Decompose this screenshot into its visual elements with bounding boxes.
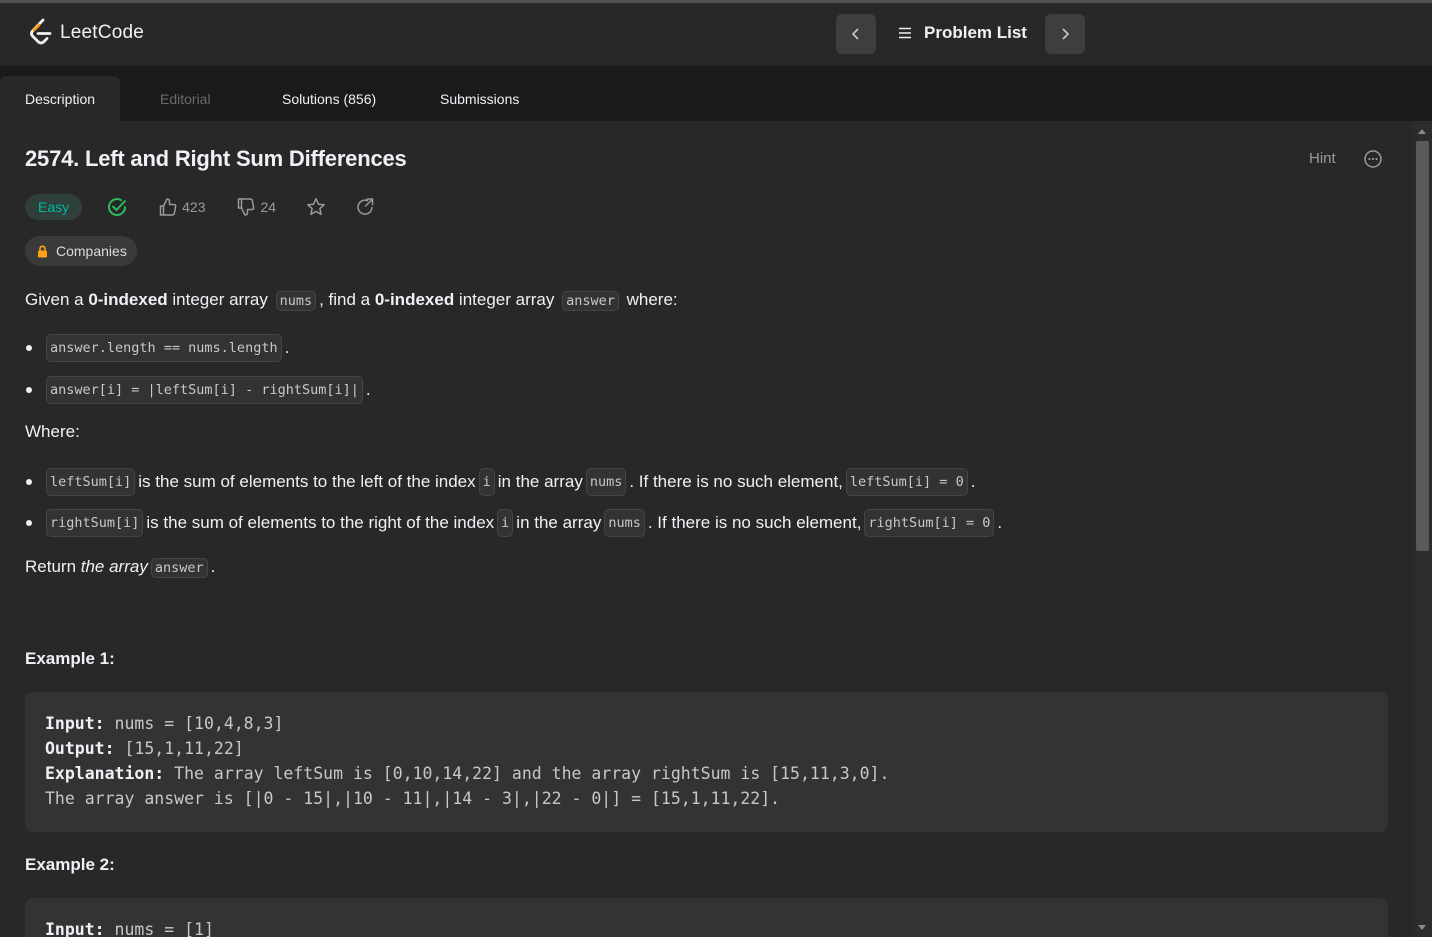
dislike-button[interactable]: 24: [236, 197, 276, 217]
like-count: 423: [182, 199, 206, 215]
where-label: Where:: [25, 422, 80, 441]
share-icon: [357, 198, 374, 215]
tab-bar: Description Editorial Solutions (856) Su…: [0, 66, 1432, 121]
top-navbar: LeetCode Problem List: [0, 3, 1432, 66]
leetcode-logo[interactable]: LeetCode: [28, 18, 144, 48]
check-circle-icon: [108, 198, 127, 216]
share-button[interactable]: [355, 197, 375, 217]
logo-text: LeetCode: [60, 22, 145, 43]
hint-button[interactable]: Hint: [1309, 150, 1336, 167]
solved-indicator: [106, 196, 128, 218]
lock-icon: [38, 244, 47, 257]
difficulty-badge: Easy: [25, 194, 83, 220]
example-1-title: Example 1:: [25, 649, 115, 668]
vertical-scrollbar[interactable]: [1413, 121, 1432, 937]
description-intro: Given a 0-indexed integer array nums, fi…: [25, 290, 678, 311]
tab-description[interactable]: Description: [0, 76, 121, 121]
thumbs-down-icon: [238, 198, 255, 216]
example-1-block: Input: nums = [10,4,8,3] Output: [15,1,1…: [25, 692, 1388, 832]
favorite-button[interactable]: [306, 197, 326, 217]
inline-code: answer: [562, 291, 619, 311]
tab-submissions[interactable]: Submissions: [415, 76, 544, 121]
problem-meta-row: Easy 423 24: [25, 193, 375, 221]
chevron-right-icon: [1062, 28, 1070, 40]
example-2-block: Input: nums = [1]: [25, 898, 1388, 937]
next-problem-button[interactable]: [1045, 14, 1085, 54]
scroll-up-arrow[interactable]: [1418, 129, 1426, 134]
thumbs-up-icon: [159, 198, 177, 216]
chevron-left-icon: [851, 28, 859, 40]
inline-code: nums: [275, 291, 317, 311]
return-statement: Return the array answer.: [25, 557, 216, 578]
leetcode-logo-icon: [30, 18, 52, 45]
more-options-icon: [1364, 150, 1382, 168]
scroll-down-arrow[interactable]: [1418, 925, 1426, 930]
companies-button[interactable]: Companies: [25, 236, 137, 266]
dislike-count: 24: [260, 199, 277, 215]
problem-list-label: Problem List: [924, 23, 1027, 42]
like-button[interactable]: 423: [158, 197, 205, 217]
problem-list-button[interactable]: Problem List: [898, 23, 1027, 43]
condition-item: answer.length == nums.length.: [25, 334, 289, 362]
definition-item: leftSum[i] is the sum of elements to the…: [25, 468, 975, 496]
star-icon: [307, 198, 326, 216]
previous-problem-button[interactable]: [836, 14, 876, 54]
scrollbar-thumb[interactable]: [1416, 141, 1429, 551]
companies-label: Companies: [56, 243, 127, 259]
problem-title: 2574. Left and Right Sum Differences: [25, 146, 407, 171]
list-icon: [899, 27, 911, 39]
condition-item: answer[i] = |leftSum[i] - rightSum[i]|.: [25, 376, 371, 404]
tab-solutions[interactable]: Solutions (856): [257, 76, 401, 121]
definition-item: rightSum[i] is the sum of elements to th…: [25, 509, 1002, 537]
example-2-title: Example 2:: [25, 855, 115, 874]
more-options-button[interactable]: [1363, 149, 1383, 174]
tab-editorial[interactable]: Editorial: [135, 76, 236, 121]
